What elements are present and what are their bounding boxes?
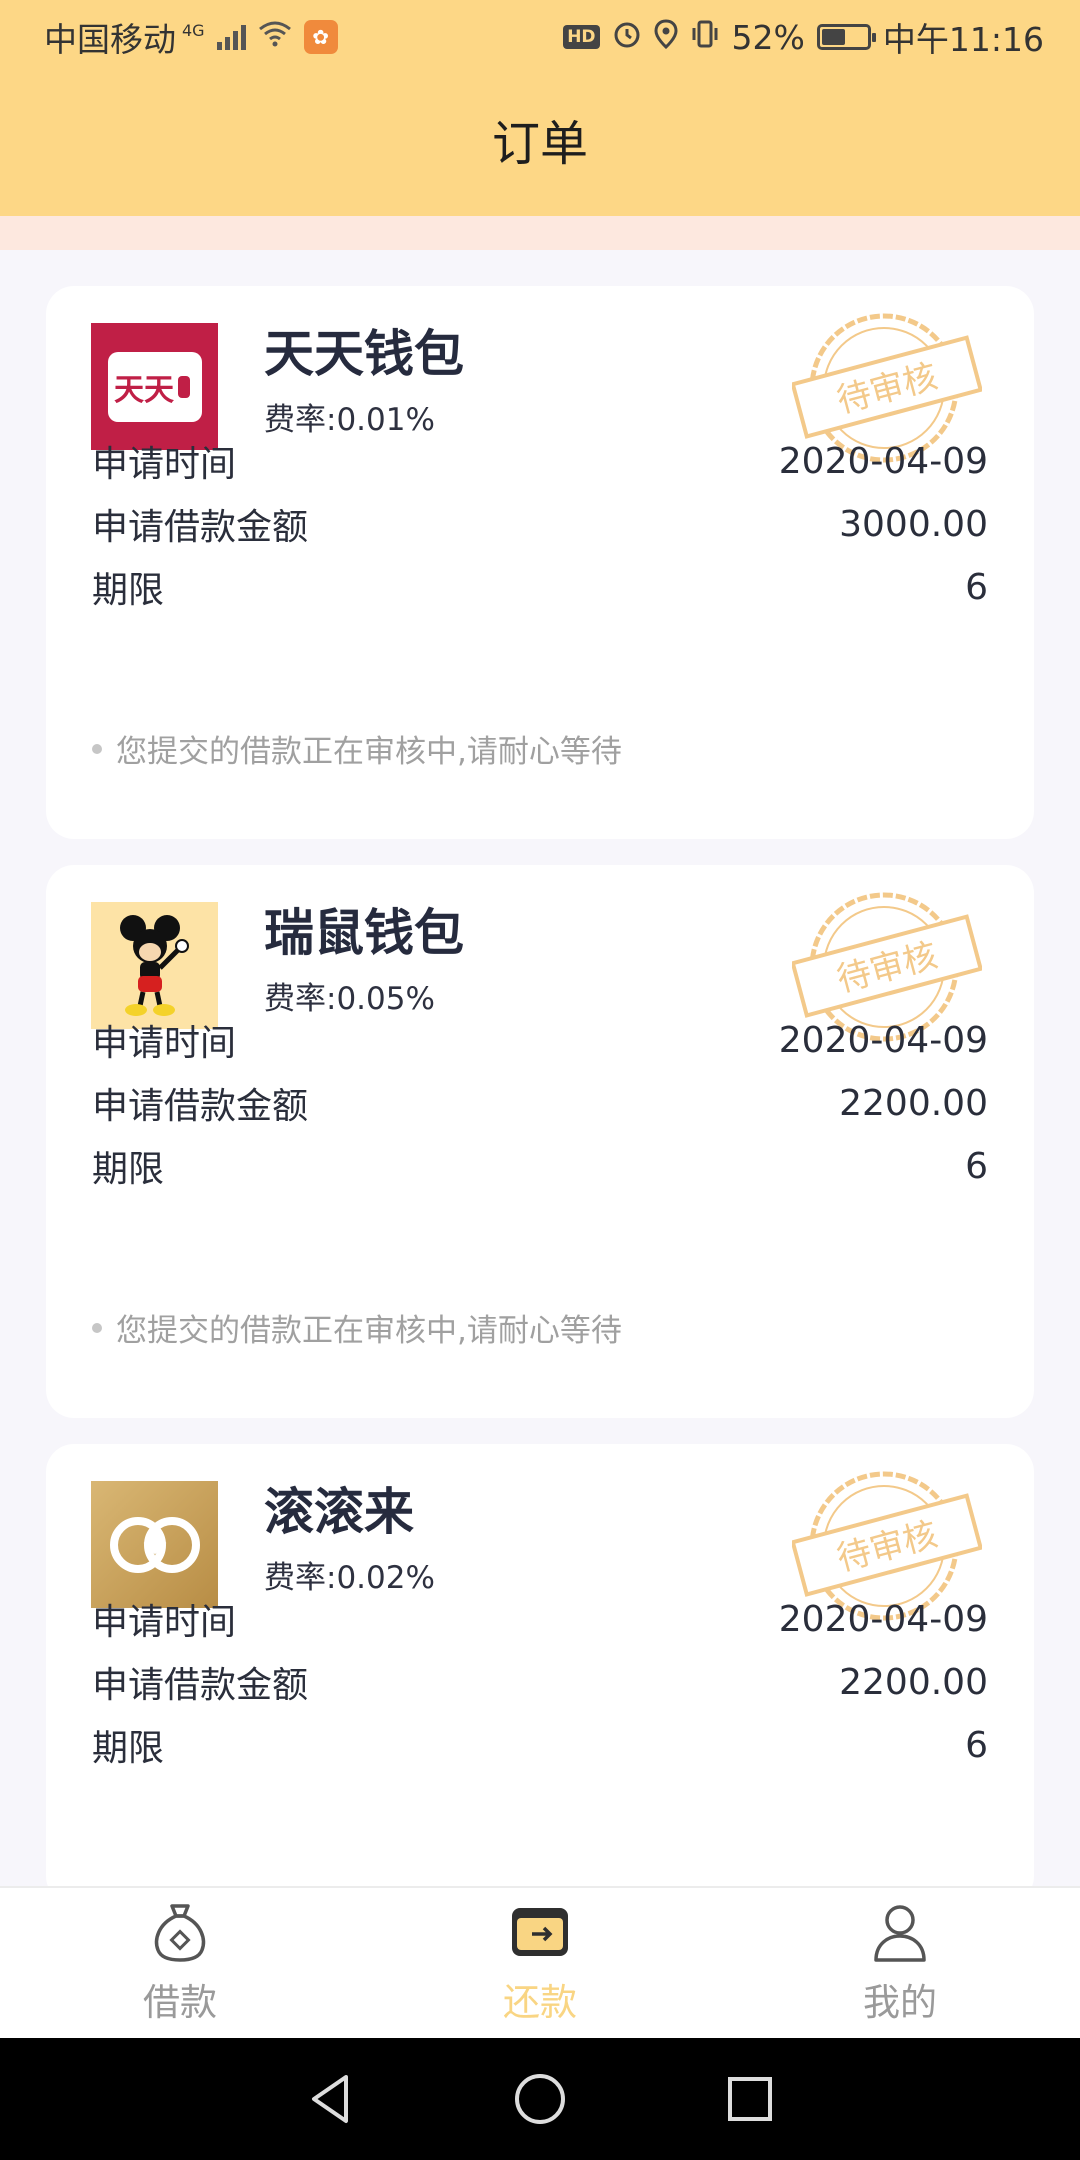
- wallet-logo-icon: 天天: [91, 323, 218, 450]
- recents-icon[interactable]: [720, 2069, 780, 2129]
- detail-row-apply-date: 申请时间 2020-04-09: [92, 436, 988, 486]
- signal-icon: [216, 24, 246, 50]
- user-icon: [868, 1900, 932, 1964]
- review-note-text: 您提交的借款正在审核中,请耐心等待: [116, 1313, 622, 1349]
- row-label: 申请借款金额: [92, 1086, 309, 1127]
- row-label: 申请时间: [92, 444, 237, 485]
- row-value: 2020-04-09: [778, 440, 988, 482]
- product-rate: 费率:0.01%: [264, 402, 435, 438]
- detail-row-apply-date: 申请时间 2020-04-09: [92, 1594, 988, 1644]
- row-label: 期限: [92, 570, 165, 611]
- status-bar: 中国移动 4G ✿ HD 52% 中午11:16: [0, 0, 1080, 74]
- header-divider-strip: [0, 216, 1080, 250]
- bottom-tab-bar: 借款 还款 我的: [0, 1886, 1080, 2038]
- battery-icon: [816, 24, 876, 50]
- row-value: 2200.00: [839, 1082, 988, 1124]
- carrier-name: 中国移动: [44, 20, 176, 59]
- location-icon: [654, 18, 678, 57]
- vibrate-icon: [690, 18, 720, 57]
- tab-borrow[interactable]: 借款: [80, 1893, 280, 2033]
- row-label: 期限: [92, 1149, 165, 1190]
- review-note: 您提交的借款正在审核中,请耐心等待: [92, 726, 622, 771]
- status-bar-left: 中国移动 4G ✿: [44, 13, 338, 61]
- bullet-icon: [92, 743, 102, 754]
- mouse-cartoon-logo-icon: [91, 902, 218, 1029]
- app-notification-icon: ✿: [303, 20, 338, 54]
- tab-label: 还款: [503, 1981, 577, 2024]
- detail-row-loan-amount: 申请借款金额 3000.00: [92, 499, 988, 549]
- network-type: 4G: [182, 21, 205, 40]
- detail-row-term: 期限 6: [92, 1720, 988, 1770]
- battery-percent: 52%: [731, 17, 805, 57]
- detail-row-apply-date: 申请时间 2020-04-09: [92, 1015, 988, 1065]
- row-value: 2200.00: [839, 1661, 988, 1703]
- hd-icon: HD: [563, 25, 600, 49]
- product-name: 瑞鼠钱包: [264, 904, 464, 962]
- app-header: 订单: [0, 74, 1080, 216]
- review-note-text: 您提交的借款正在审核中,请耐心等待: [116, 734, 622, 770]
- row-value: 6: [965, 566, 988, 608]
- back-icon[interactable]: [300, 2069, 360, 2129]
- product-rate: 费率:0.05%: [264, 981, 435, 1017]
- bullet-icon: [92, 1322, 102, 1333]
- row-value: 6: [965, 1145, 988, 1187]
- wallet-logo-text: 天天: [114, 373, 174, 408]
- tab-label: 借款: [143, 1981, 217, 2024]
- money-bag-icon: [148, 1900, 212, 1964]
- detail-row-term: 期限 6: [92, 1141, 988, 1191]
- row-value: 3000.00: [839, 503, 988, 545]
- tab-mine[interactable]: 我的: [800, 1893, 1000, 2033]
- wallet-card-icon: [508, 1900, 572, 1964]
- row-value: 2020-04-09: [778, 1598, 988, 1640]
- clock: 中午11:16: [882, 20, 1044, 59]
- detail-row-loan-amount: 申请借款金额 2200.00: [92, 1078, 988, 1128]
- row-value: 2020-04-09: [778, 1019, 988, 1061]
- product-name: 滚滚来: [264, 1483, 414, 1541]
- row-label: 申请时间: [92, 1023, 237, 1064]
- status-bar-right: HD 52% 中午11:16: [563, 13, 1044, 61]
- product-name: 天天钱包: [264, 325, 464, 383]
- interlocked-rings-logo-icon: [91, 1481, 218, 1608]
- row-label: 申请借款金额: [92, 1665, 309, 1706]
- system-nav-bar: [0, 2038, 1080, 2160]
- row-label: 申请时间: [92, 1602, 237, 1643]
- product-rate: 费率:0.02%: [264, 1560, 435, 1596]
- review-note: 您提交的借款正在审核中,请耐心等待: [92, 1305, 622, 1350]
- row-label: 申请借款金额: [92, 507, 309, 548]
- order-card[interactable]: 瑞鼠钱包 费率:0.05% 待审核 申请时间 2020-04-09 申请借款金额…: [46, 865, 1034, 1418]
- tab-label: 我的: [863, 1981, 937, 2024]
- tab-repay[interactable]: 还款: [440, 1893, 640, 2033]
- detail-row-term: 期限 6: [92, 562, 988, 612]
- row-label: 期限: [92, 1728, 165, 1769]
- alarm-icon: [612, 18, 642, 57]
- battery-level: [821, 29, 845, 45]
- wifi-icon: [258, 19, 292, 55]
- row-value: 6: [965, 1724, 988, 1766]
- home-icon[interactable]: [510, 2069, 570, 2129]
- order-card[interactable]: 天天 天天钱包 费率:0.01% 待审核 申请时间 2020-04-09 申请借…: [46, 286, 1034, 839]
- detail-row-loan-amount: 申请借款金额 2200.00: [92, 1657, 988, 1707]
- order-card[interactable]: 滚滚来 费率:0.02% 待审核 申请时间 2020-04-09 申请借款金额 …: [46, 1444, 1034, 1904]
- page-title: 订单: [491, 116, 588, 172]
